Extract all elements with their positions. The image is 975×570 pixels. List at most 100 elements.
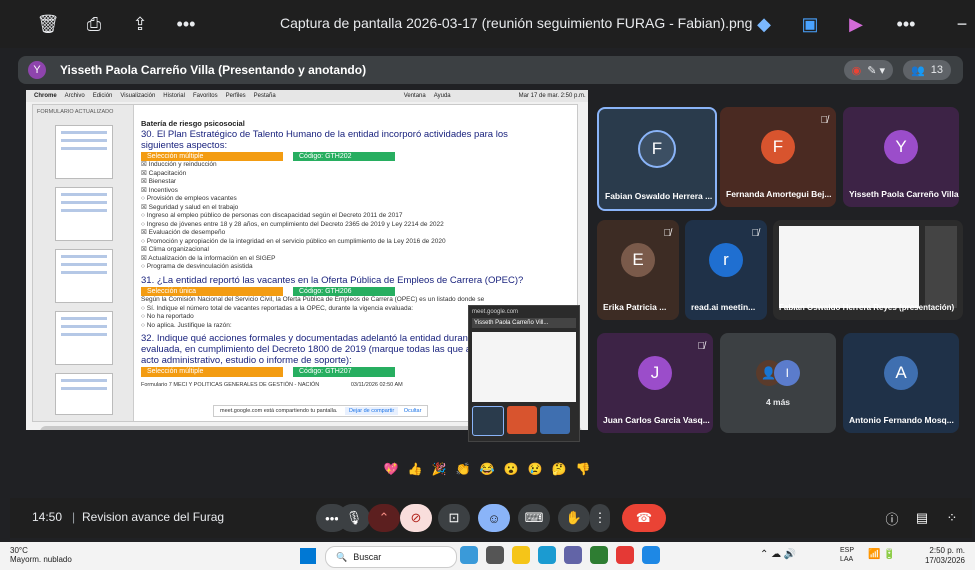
- dock-app-icon[interactable]: [396, 429, 409, 430]
- dock-app-icon[interactable]: [380, 429, 393, 430]
- more-options-button[interactable]: •••: [172, 10, 200, 38]
- start-icon[interactable]: [300, 548, 316, 564]
- edit-image-icon[interactable]: ▣: [796, 10, 824, 38]
- dock-app-icon[interactable]: [268, 429, 281, 430]
- sad-icon[interactable]: 😢: [526, 460, 544, 478]
- taskbar-app-icon[interactable]: [616, 546, 634, 564]
- dock-app-icon[interactable]: [332, 429, 345, 430]
- taskbar-app-icon[interactable]: [564, 546, 582, 564]
- dock-app-icon[interactable]: [412, 429, 425, 430]
- surprised-icon[interactable]: 😮: [502, 460, 520, 478]
- raise-hand-button[interactable]: ✋: [558, 504, 590, 532]
- dock-app-icon[interactable]: [172, 429, 185, 430]
- participant-tile[interactable]: 🎙̸ F Fernanda Amortegui Bej...: [720, 107, 836, 207]
- option[interactable]: ○ Ingreso de jóvenes entre 18 y 28 años,…: [141, 221, 551, 230]
- page-thumbnail[interactable]: [55, 187, 113, 241]
- dock-app-icon[interactable]: [300, 429, 313, 430]
- dock-app-icon[interactable]: [220, 429, 233, 430]
- dock-app-icon[interactable]: [316, 429, 329, 430]
- dock-app-icon[interactable]: [76, 429, 89, 430]
- dock-app-icon[interactable]: [284, 429, 297, 430]
- minimize-icon[interactable]: −: [948, 10, 975, 38]
- clock[interactable]: 2:50 p. m. 17/03/2026: [925, 546, 965, 566]
- option[interactable]: ○ Programa de desvinculación asistida: [141, 263, 551, 272]
- dock-app-icon[interactable]: [108, 429, 121, 430]
- dock-app-icon[interactable]: [156, 429, 169, 430]
- leave-call-button[interactable]: ☎: [622, 504, 666, 532]
- floating-meet-window[interactable]: meet.google.com Yisseth Paola Carreño Vi…: [468, 305, 580, 442]
- clap-icon[interactable]: 👏: [454, 460, 472, 478]
- option[interactable]: ○ Ingreso al empleo público de personas …: [141, 212, 551, 221]
- page-thumbnail[interactable]: [55, 311, 113, 365]
- page-thumbnail[interactable]: [55, 249, 113, 303]
- language-indicator[interactable]: ESP LAA: [840, 546, 854, 564]
- taskbar-app-icon[interactable]: [460, 546, 478, 564]
- record-indicator[interactable]: ◉ ✎ ▾: [843, 60, 894, 80]
- option[interactable]: ☒ Incentivos: [141, 187, 551, 196]
- emoji-button[interactable]: ☺: [478, 504, 510, 532]
- thinking-icon[interactable]: 🤔: [550, 460, 568, 478]
- option[interactable]: ☒ Evaluación de desempeño: [141, 229, 551, 238]
- dock-app-icon[interactable]: [140, 429, 153, 430]
- dock-app-icon[interactable]: [236, 429, 249, 430]
- participant-tile[interactable]: F Fabian Oswaldo Herrera ...: [597, 107, 717, 211]
- participants-count[interactable]: 👥 13: [903, 60, 951, 80]
- weather-widget[interactable]: 30°C Mayorm. nublado: [10, 546, 72, 564]
- presentation-tile[interactable]: Fabian Oswaldo Herrera Reyes (presentaci…: [773, 220, 963, 320]
- option[interactable]: ☒ Seguridad y salud en el trabajo: [141, 204, 551, 213]
- microphone-button[interactable]: 🎙: [338, 504, 370, 532]
- participant-tile[interactable]: 🎙̸ J Juan Carlos Garcia Vasq...: [597, 333, 713, 433]
- dock-app-icon[interactable]: [60, 429, 73, 430]
- party-icon[interactable]: 🎉: [430, 460, 448, 478]
- dock-app-icon[interactable]: [428, 429, 441, 430]
- dock-app-icon[interactable]: [92, 429, 105, 430]
- clipchamp-icon[interactable]: ▶: [842, 10, 870, 38]
- system-tray[interactable]: ⌃ ☁ 🔊: [760, 549, 796, 560]
- activities-button[interactable]: ⁘: [936, 504, 968, 532]
- copilot-icon[interactable]: ◆: [750, 10, 778, 38]
- taskbar-app-icon[interactable]: [486, 546, 504, 564]
- info-button[interactable]: ⓘ: [876, 504, 908, 532]
- option[interactable]: ○ Provisión de empleos vacantes: [141, 195, 551, 204]
- camera-off-button[interactable]: ⊘: [400, 504, 432, 532]
- taskbar-app-icon[interactable]: [538, 546, 556, 564]
- taskbar-app-icon[interactable]: [590, 546, 608, 564]
- hide-button[interactable]: Ocultar: [404, 408, 422, 414]
- dock-app-icon[interactable]: [204, 429, 217, 430]
- wifi-icon[interactable]: 📶 🔋: [868, 549, 896, 560]
- page-thumbnail[interactable]: [55, 373, 113, 415]
- taskbar-app-icon[interactable]: [642, 546, 660, 564]
- option[interactable]: ☒ Inducción y reinducción: [141, 161, 551, 170]
- dock-app-icon[interactable]: [364, 429, 377, 430]
- dock-app-icon[interactable]: [188, 429, 201, 430]
- more-participants-tile[interactable]: 👤 I 4 más: [720, 333, 836, 433]
- option[interactable]: ☒ Capacitación: [141, 170, 551, 179]
- participant-tile[interactable]: Y Yisseth Paola Carreño Villa: [843, 107, 959, 207]
- option[interactable]: ☒ Bienestar: [141, 178, 551, 187]
- heart-icon[interactable]: 💖: [382, 460, 400, 478]
- dock-app-icon[interactable]: [252, 429, 265, 430]
- joy-icon[interactable]: 😂: [478, 460, 496, 478]
- option[interactable]: ○ Promoción y apropiación de la integrid…: [141, 238, 551, 247]
- thumbs-down-icon[interactable]: 👎: [574, 460, 592, 478]
- share-button[interactable]: ⇪: [126, 10, 154, 38]
- dock-app-icon[interactable]: [348, 429, 361, 430]
- present-button[interactable]: ⊡: [438, 504, 470, 532]
- participant-tile[interactable]: 🎙̸ E Erika Patricia ...: [597, 220, 679, 320]
- more-button[interactable]: ⋮: [590, 504, 610, 532]
- taskbar-app-icon[interactable]: [512, 546, 530, 564]
- option[interactable]: ☒ Actualización de la información en el …: [141, 255, 551, 264]
- participant-tile[interactable]: A Antonio Fernando Mosq...: [843, 333, 959, 433]
- captions-button[interactable]: ⌨: [518, 504, 550, 532]
- dock-app-icon[interactable]: [124, 429, 137, 430]
- page-thumbnail[interactable]: [55, 125, 113, 179]
- option[interactable]: ☒ Clima organizacional: [141, 246, 551, 255]
- dock-app-icon[interactable]: [44, 429, 57, 430]
- print-button[interactable]: ⎙: [80, 10, 108, 38]
- participant-tile[interactable]: 🎙̸ r read.ai meetin...: [685, 220, 767, 320]
- search-input[interactable]: 🔍 Buscar: [325, 546, 457, 568]
- chat-button[interactable]: ▤: [906, 504, 938, 532]
- thumbs-up-icon[interactable]: 👍: [406, 460, 424, 478]
- more-icon[interactable]: •••: [892, 10, 920, 38]
- audio-options-button[interactable]: ⌃: [368, 504, 400, 532]
